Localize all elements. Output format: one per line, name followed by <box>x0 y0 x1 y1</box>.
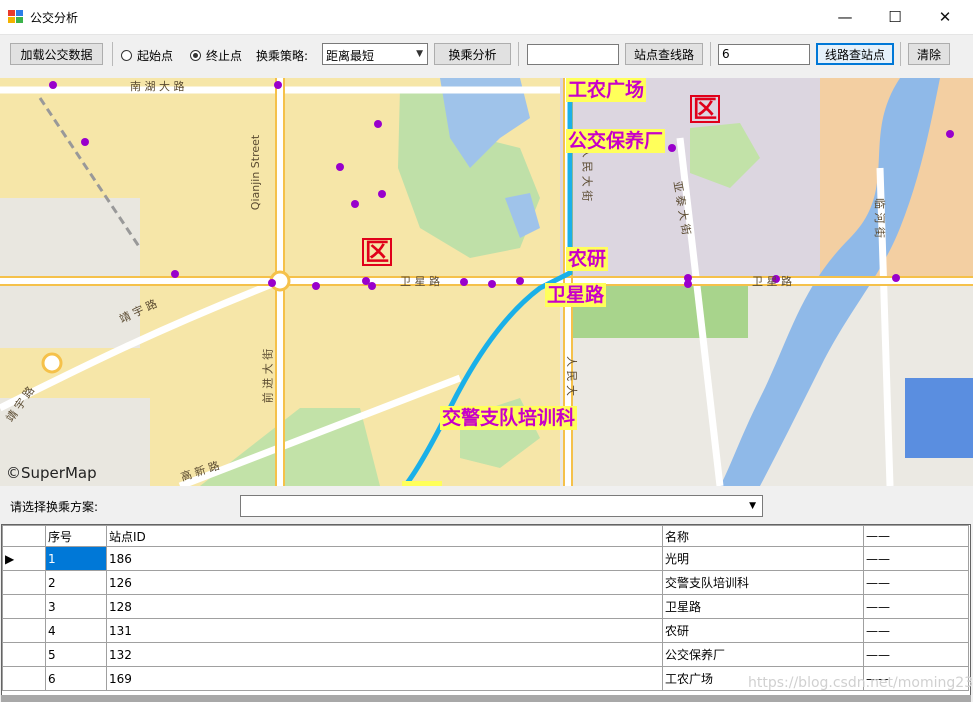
road-label: 人 民 大 <box>565 356 578 396</box>
horizontal-scrollbar[interactable] <box>1 695 971 702</box>
station-grid[interactable]: 序号 站点ID 名称 —— ▶ 1 186 光明 —— 2 126 交警支队培训… <box>1 524 971 696</box>
radio-unchecked-icon <box>121 49 132 61</box>
map-copyright: ©SuperMap <box>6 464 97 482</box>
row-header[interactable] <box>2 570 46 595</box>
stop-label-gongnong: 工农广场 <box>566 78 647 102</box>
stop-label-jiaojing: 交警支队培训科 <box>440 406 578 430</box>
table-cell[interactable]: 2 <box>45 570 107 595</box>
roundabout <box>41 352 63 374</box>
strategy-label: 换乘策略: <box>256 49 309 63</box>
stop-label-weixinglu: 卫星路 <box>545 283 607 307</box>
table-cell[interactable]: —— <box>863 594 969 619</box>
toolbar-separator <box>710 42 711 66</box>
table-cell[interactable]: 农研 <box>662 618 864 643</box>
table-cell[interactable]: —— <box>863 642 969 667</box>
road-label: Qianjin Street <box>249 134 263 211</box>
road-label: 南 湖 大 路 <box>130 80 185 93</box>
table-cell[interactable]: 1 <box>45 546 107 571</box>
row-header[interactable] <box>2 618 46 643</box>
stop-label-baoyangchang: 公交保养厂 <box>566 129 666 153</box>
table-cell[interactable]: 169 <box>106 666 663 691</box>
toolbar-separator <box>518 42 519 66</box>
column-header[interactable]: 名称 <box>662 525 864 547</box>
line-number-input[interactable]: 6 <box>718 44 810 65</box>
row-header-corner <box>2 525 46 547</box>
line-search-stations-button[interactable]: 线路查站点 <box>816 43 894 65</box>
minimize-button[interactable]: — <box>822 0 868 34</box>
district-mark: 区 <box>362 238 392 266</box>
watermark: https://blog.csdn.net/moming23 <box>748 675 973 691</box>
road-label: 临 河 街 <box>873 198 886 238</box>
maximize-button[interactable]: ☐ <box>872 0 918 34</box>
reservoir-blocks <box>905 378 973 458</box>
toolbar-separator <box>112 42 113 66</box>
start-point-label: 起始点 <box>137 48 174 63</box>
clear-button[interactable]: 清除 <box>908 43 950 65</box>
load-bus-data-button[interactable]: 加载公交数据 <box>10 43 103 65</box>
table-row[interactable]: ▶ 1 186 光明 —— <box>2 546 969 571</box>
transfer-analysis-button[interactable]: 换乘分析 <box>434 43 511 65</box>
table-cell[interactable]: 交警支队培训科 <box>662 570 864 595</box>
table-cell[interactable]: 光明 <box>662 546 864 571</box>
station-name-input[interactable] <box>527 44 619 65</box>
map-view[interactable]: 卫 星 路 卫 星 路 Qianjin Street 前 进 大 街 靖 宇 路… <box>0 78 973 486</box>
start-point-radio[interactable]: 起始点 <box>121 47 173 63</box>
grid-header-row: 序号 站点ID 名称 —— <box>2 525 969 547</box>
table-row[interactable]: 4 131 农研 —— <box>2 618 969 643</box>
window-title: 公交分析 <box>30 11 79 25</box>
radio-checked-icon <box>190 49 201 61</box>
close-button[interactable]: ✕ <box>922 0 968 34</box>
table-cell[interactable]: —— <box>863 546 969 571</box>
chevron-down-icon: ▼ <box>416 49 423 59</box>
end-point-label: 终止点 <box>206 48 243 63</box>
road-label: 卫 星 路 <box>400 275 440 288</box>
table-cell[interactable]: 4 <box>45 618 107 643</box>
plan-label: 请选择换乘方案: <box>10 500 99 514</box>
table-cell[interactable]: 6 <box>45 666 107 691</box>
table-cell[interactable]: 卫星路 <box>662 594 864 619</box>
chevron-down-icon: ▼ <box>749 501 756 511</box>
table-row[interactable]: 2 126 交警支队培训科 —— <box>2 570 969 595</box>
table-cell[interactable]: 131 <box>106 618 663 643</box>
title-bar: 公交分析 — ☐ ✕ <box>0 0 973 35</box>
road-label: 人 民 大 街 <box>580 146 594 202</box>
stop-label-partial <box>402 481 442 486</box>
table-cell[interactable]: 5 <box>45 642 107 667</box>
end-point-radio[interactable]: 终止点 <box>190 47 242 63</box>
column-header[interactable]: 站点ID <box>106 525 663 547</box>
road-label: 卫 星 路 <box>752 275 792 288</box>
strategy-value: 距离最短 <box>326 49 375 63</box>
row-header[interactable] <box>2 666 46 691</box>
table-cell[interactable]: —— <box>863 570 969 595</box>
table-cell[interactable]: —— <box>863 618 969 643</box>
district-mark: 区 <box>690 95 720 123</box>
table-row[interactable]: 3 128 卫星路 —— <box>2 594 969 619</box>
toolbar-separator <box>900 42 901 66</box>
toolbar: 加载公交数据 起始点 终止点 换乘策略: 距离最短 ▼ 换乘分析 站点查线路 6… <box>0 35 973 75</box>
open-area <box>0 198 140 348</box>
table-cell[interactable]: 132 <box>106 642 663 667</box>
station-search-lines-button[interactable]: 站点查线路 <box>625 43 703 65</box>
table-row[interactable]: 5 132 公交保养厂 —— <box>2 642 969 667</box>
column-header[interactable]: —— <box>863 525 969 547</box>
table-cell[interactable]: 公交保养厂 <box>662 642 864 667</box>
table-cell[interactable]: 186 <box>106 546 663 571</box>
column-header[interactable]: 序号 <box>45 525 107 547</box>
table-cell[interactable]: 126 <box>106 570 663 595</box>
app-icon <box>8 10 23 23</box>
row-header[interactable] <box>2 594 46 619</box>
row-selector-icon[interactable]: ▶ <box>2 546 46 571</box>
plan-select[interactable]: ▼ <box>240 495 763 517</box>
table-cell[interactable]: 128 <box>106 594 663 619</box>
road-label: 前 进 大 街 <box>261 348 275 404</box>
row-header[interactable] <box>2 642 46 667</box>
strategy-select[interactable]: 距离最短 ▼ <box>322 43 428 65</box>
table-cell[interactable]: 3 <box>45 594 107 619</box>
stop-label-nongyan: 农研 <box>566 247 609 271</box>
